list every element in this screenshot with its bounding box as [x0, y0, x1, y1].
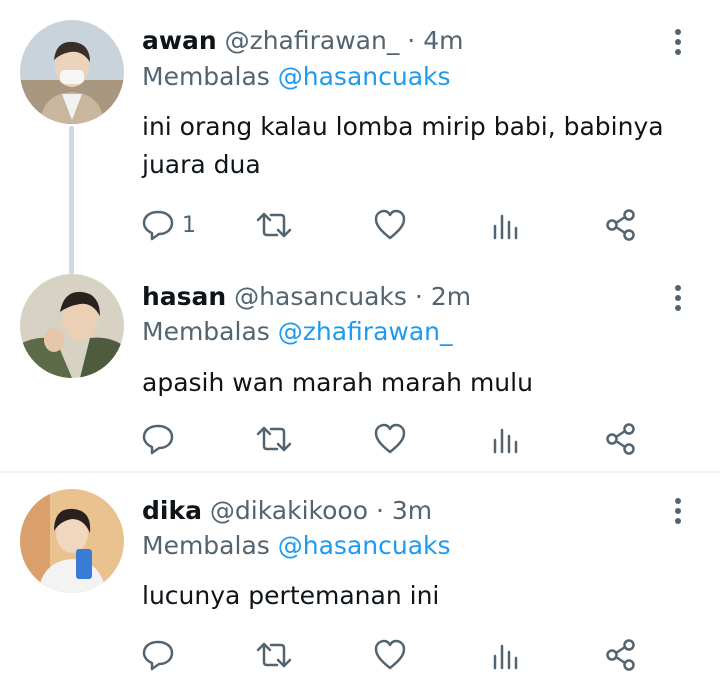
replying-to: Membalas @hasancuaks — [142, 531, 451, 561]
user-handle[interactable]: @zhafirawan_ — [225, 26, 400, 55]
user-handle[interactable]: @dikakikooo — [210, 496, 368, 525]
separator-dot: · — [414, 282, 423, 311]
views-button[interactable] — [490, 205, 520, 245]
more-vertical-icon — [675, 285, 681, 311]
avatar-image-dika — [20, 489, 124, 593]
avatar[interactable] — [20, 274, 124, 378]
timestamp[interactable]: 2m — [431, 282, 471, 311]
share-icon — [606, 423, 635, 455]
retweet-button[interactable] — [254, 419, 294, 459]
reply-button[interactable]: 1 — [140, 205, 196, 245]
reply-mention[interactable]: @hasancuaks — [278, 62, 451, 91]
timestamp[interactable]: 3m — [392, 496, 432, 525]
like-button[interactable] — [372, 635, 408, 675]
action-bar: 1 — [130, 205, 650, 245]
analytics-icon — [493, 428, 518, 454]
like-button[interactable] — [372, 419, 408, 459]
retweet-icon — [256, 642, 292, 668]
reply-icon — [142, 424, 174, 455]
tweet-text: ini orang kalau lomba mirip babi, babiny… — [142, 112, 664, 179]
reply-button[interactable] — [140, 419, 182, 459]
share-icon — [606, 209, 635, 241]
views-button[interactable] — [490, 635, 520, 675]
separator-dot: · — [375, 496, 384, 525]
tweet-text: apasih wan marah marah mulu — [142, 368, 533, 397]
replying-to-label: Membalas — [142, 317, 270, 346]
reply-mention[interactable]: @zhafirawan_ — [278, 317, 453, 346]
tweet-3[interactable]: dika @dikakikooo · 3m Membalas @hasancua… — [0, 473, 720, 685]
tweet-text: lucunya pertemanan ini — [142, 581, 440, 610]
tweet-header: awan @zhafirawan_ · 4m — [142, 26, 463, 56]
share-icon — [606, 639, 635, 671]
more-options-button[interactable] — [664, 495, 692, 527]
avatar[interactable] — [20, 489, 124, 593]
reply-icon — [142, 640, 174, 671]
share-button[interactable] — [604, 205, 638, 245]
heart-icon — [374, 639, 406, 670]
avatar-image-hasan — [20, 274, 124, 378]
retweet-button[interactable] — [254, 205, 294, 245]
more-vertical-icon — [675, 29, 681, 55]
tweet-header: dika @dikakikooo · 3m — [142, 496, 432, 526]
retweet-icon — [256, 212, 292, 238]
share-button[interactable] — [604, 635, 638, 675]
more-options-button[interactable] — [664, 26, 692, 58]
analytics-icon — [493, 644, 518, 670]
retweet-button[interactable] — [254, 635, 294, 675]
heart-icon — [374, 209, 406, 240]
display-name[interactable]: hasan — [142, 282, 226, 311]
more-vertical-icon — [675, 498, 681, 524]
heart-icon — [374, 423, 406, 454]
tweet-1[interactable]: awan @zhafirawan_ · 4m Membalas @hasancu… — [0, 0, 720, 262]
reply-mention[interactable]: @hasancuaks — [278, 531, 451, 560]
separator-dot: · — [407, 26, 416, 55]
user-handle[interactable]: @hasancuaks — [234, 282, 407, 311]
avatar[interactable] — [20, 20, 124, 124]
avatar-image-awan — [20, 20, 124, 124]
tweet-header: hasan @hasancuaks · 2m — [142, 282, 471, 312]
more-options-button[interactable] — [664, 282, 692, 314]
display-name[interactable]: dika — [142, 496, 202, 525]
retweet-icon — [256, 426, 292, 452]
replying-to: Membalas @hasancuaks — [142, 62, 451, 92]
analytics-icon — [493, 214, 518, 240]
action-bar — [130, 635, 650, 675]
action-bar — [130, 419, 650, 459]
views-button[interactable] — [490, 419, 520, 459]
replying-to-label: Membalas — [142, 531, 270, 560]
share-button[interactable] — [604, 419, 638, 459]
reply-count: 1 — [182, 212, 196, 238]
replying-to: Membalas @zhafirawan_ — [142, 317, 453, 347]
reply-button[interactable] — [140, 635, 182, 675]
display-name[interactable]: awan — [142, 26, 217, 55]
timestamp[interactable]: 4m — [423, 26, 463, 55]
reply-icon — [142, 210, 174, 241]
tweet-2[interactable]: hasan @hasancuaks · 2m Membalas @zhafira… — [0, 262, 720, 472]
like-button[interactable] — [372, 205, 408, 245]
replying-to-label: Membalas — [142, 62, 270, 91]
